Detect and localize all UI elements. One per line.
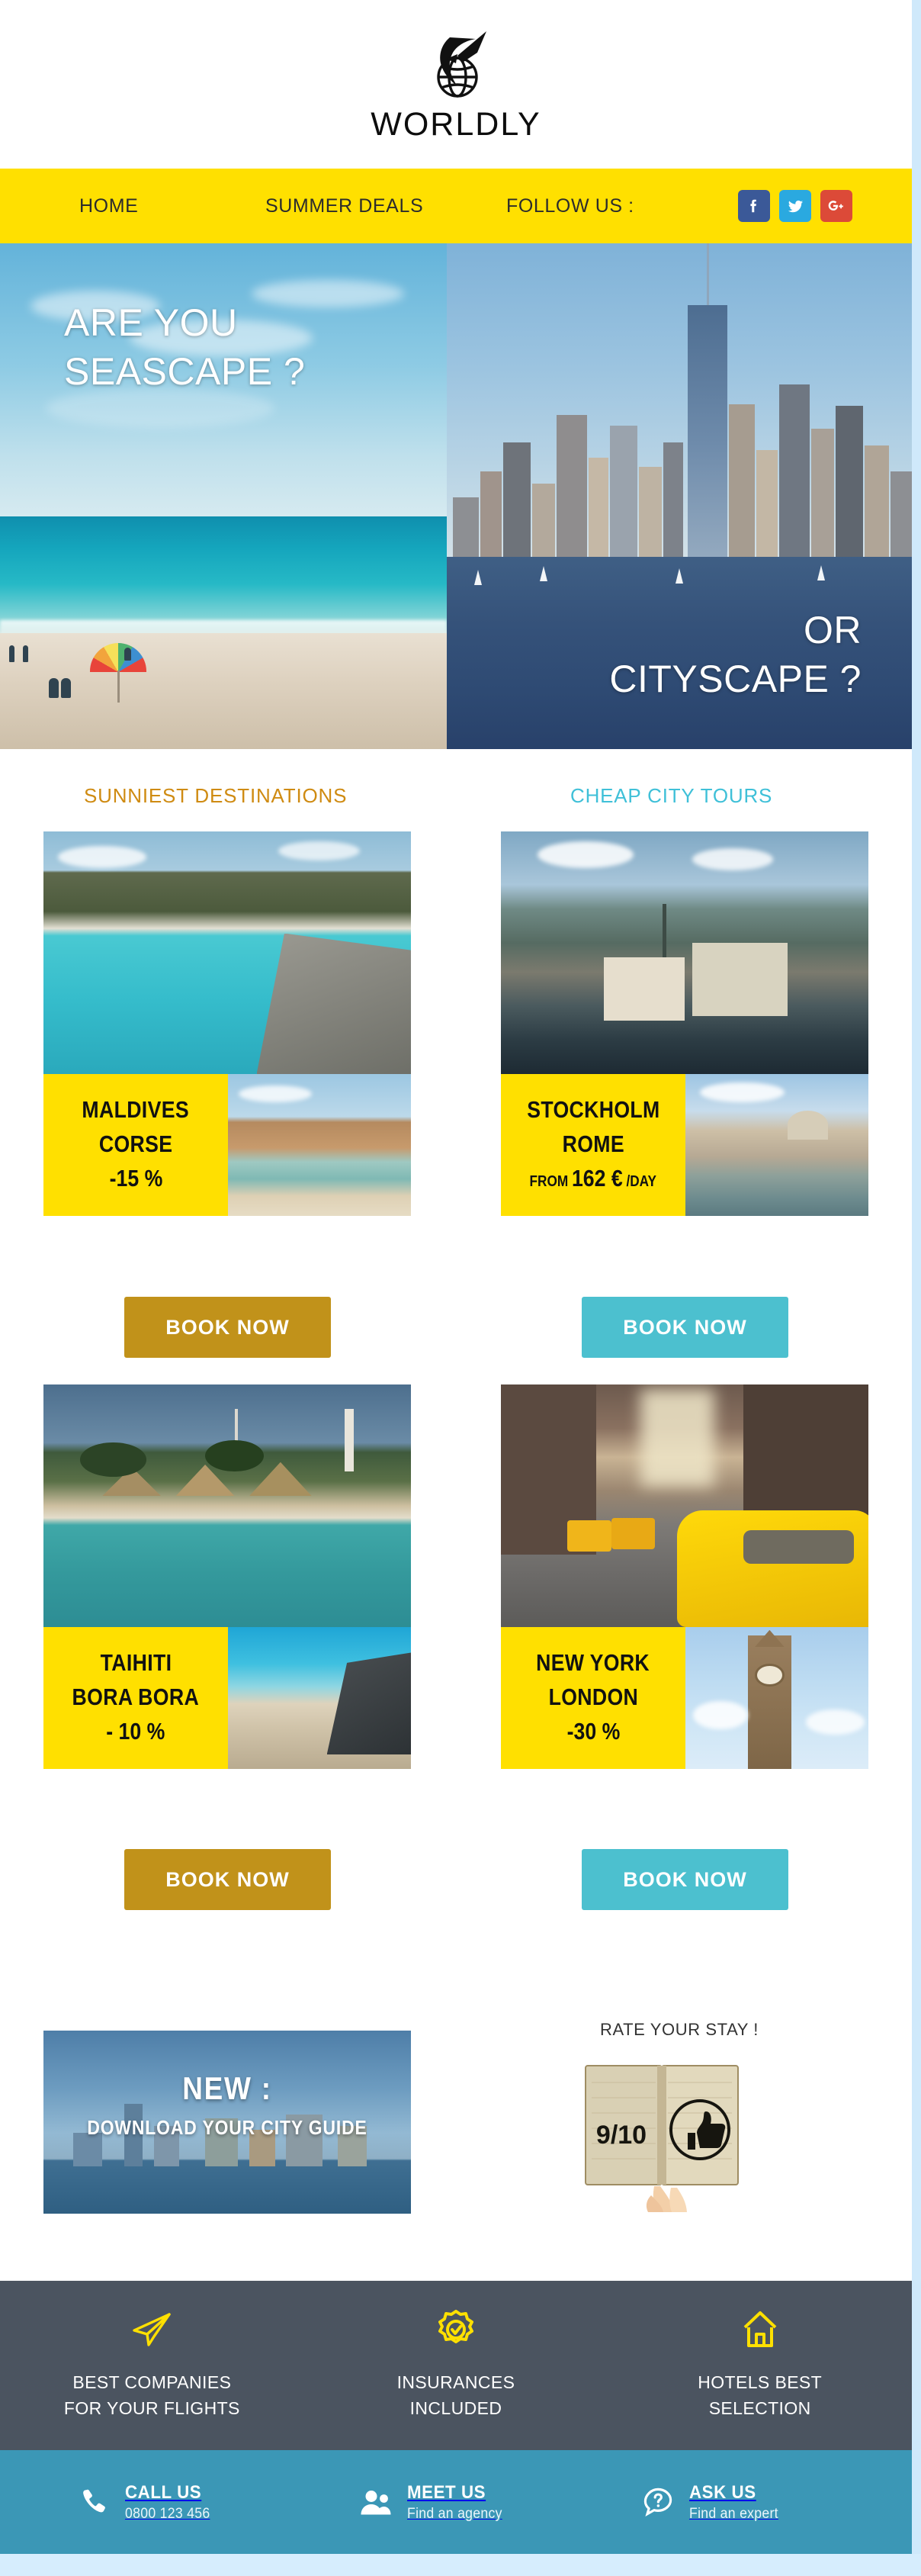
- contact-bar: CALL US 0800 123 456 MEET US Find an age…: [0, 2450, 912, 2554]
- deal-badge-stockholm: STOCKHOLM ROME FROM 162 € /DAY: [501, 1074, 685, 1216]
- deal-badge-new-york: NEW YORK LONDON -30 %: [501, 1627, 685, 1769]
- contact-subtitle: 0800 123 456: [125, 2505, 210, 2522]
- card-thumb-corse: [228, 1074, 411, 1216]
- price-suffix: /DAY: [622, 1172, 657, 1190]
- paper-plane-icon: [131, 2310, 172, 2349]
- features-strip: BEST COMPANIES FOR YOUR FLIGHTS INSURANC…: [0, 2281, 912, 2450]
- deal-price: -30 %: [566, 1717, 620, 1745]
- facebook-icon[interactable]: [738, 190, 770, 222]
- promo-subtitle: DOWNLOAD YOUR CITY GUIDE: [87, 2116, 367, 2139]
- price-prefix: FROM: [529, 1172, 573, 1190]
- nav-item-summer-deals[interactable]: SUMMER DEALS: [265, 195, 423, 217]
- google-plus-icon[interactable]: [820, 190, 852, 222]
- card-image-maldives: [43, 831, 411, 1074]
- feature-flights: BEST COMPANIES FOR YOUR FLIGHTS: [0, 2281, 304, 2450]
- book-now-taihiti[interactable]: BOOK NOW: [124, 1849, 331, 1910]
- question-bubble-icon: [640, 2484, 676, 2520]
- email-sheet: WORLDLY HOME SUMMER DEALS FOLLOW US : AR…: [0, 0, 912, 2554]
- feature-label: BEST COMPANIES FOR YOUR FLIGHTS: [63, 2372, 240, 2419]
- feature-insurances: INSURANCES INCLUDED: [304, 2281, 608, 2450]
- rating-notebook: 9/10: [581, 2060, 743, 2212]
- globe-airplane-icon: [437, 31, 486, 98]
- deal-badge-maldives: MALDIVES CORSE -15 %: [43, 1074, 228, 1216]
- nav-item-home[interactable]: HOME: [79, 195, 138, 217]
- contact-title: ASK US: [689, 2481, 756, 2503]
- contact-ask-us[interactable]: ASK US Find an expert: [640, 2482, 785, 2523]
- rate-your-stay-title: RATE YOUR STAY !: [599, 2020, 759, 2039]
- people-icon: [358, 2484, 393, 2520]
- card-image-stockholm: [501, 831, 868, 1074]
- heading-cheap-city-tours: CHEAP CITY TOURS: [570, 784, 773, 807]
- card-thumb-london: [685, 1627, 868, 1769]
- card-image-new-york: [501, 1384, 868, 1627]
- promo-text-block: NEW : DOWNLOAD YOUR CITY GUIDE: [43, 2070, 411, 2140]
- card-footer-taihiti: TAIHITI BORA BORA - 10 %: [43, 1627, 411, 1769]
- contact-title: MEET US: [407, 2481, 486, 2503]
- brand-wordmark: WORLDLY: [371, 106, 541, 143]
- masthead: WORLDLY: [0, 0, 912, 169]
- hero-seascape[interactable]: ARE YOU SEASCAPE ?: [0, 243, 447, 749]
- social-links: [738, 190, 852, 222]
- home-icon: [742, 2310, 778, 2349]
- deal-price: -15 %: [109, 1164, 162, 1192]
- heading-sunniest-destinations: SUNNIEST DESTINATIONS: [84, 784, 348, 807]
- page-root: WORLDLY HOME SUMMER DEALS FOLLOW US : AR…: [0, 0, 921, 2576]
- price-value: 162 €: [572, 1164, 623, 1192]
- card-image-taihiti: [43, 1384, 411, 1627]
- feature-hotels: HOTELS BEST SELECTION: [608, 2281, 912, 2450]
- card-stockholm-rome[interactable]: STOCKHOLM ROME FROM 162 € /DAY: [501, 831, 868, 1216]
- card-footer-new-york: NEW YORK LONDON -30 %: [501, 1627, 868, 1769]
- contact-meet-us[interactable]: MEET US Find an agency: [358, 2482, 509, 2523]
- main-navigation: HOME SUMMER DEALS FOLLOW US :: [0, 169, 912, 243]
- card-taihiti-bora-bora[interactable]: TAIHITI BORA BORA - 10 %: [43, 1384, 411, 1769]
- contact-subtitle: Find an agency: [407, 2505, 502, 2522]
- twitter-icon[interactable]: [779, 190, 811, 222]
- deal-badge-taihiti: TAIHITI BORA BORA - 10 %: [43, 1627, 228, 1769]
- badge-check-icon: [438, 2309, 473, 2349]
- deal-price: - 10 %: [106, 1717, 165, 1745]
- deal-line-2: LONDON: [548, 1683, 638, 1710]
- card-footer-stockholm: STOCKHOLM ROME FROM 162 € /DAY: [501, 1074, 868, 1216]
- book-now-new-york[interactable]: BOOK NOW: [582, 1849, 788, 1910]
- contact-title: CALL US: [125, 2481, 202, 2503]
- deal-line-1: NEW YORK: [536, 1648, 650, 1676]
- card-thumb-bora-bora: [228, 1627, 411, 1769]
- hero-cityscape[interactable]: OR CITYSCAPE ?: [447, 243, 912, 749]
- deal-line-2: CORSE: [98, 1130, 173, 1157]
- hero-cityscape-text: OR CITYSCAPE ?: [609, 609, 862, 700]
- card-new-york-london[interactable]: NEW YORK LONDON -30 %: [501, 1384, 868, 1769]
- deal-price: FROM 162 € /DAY: [530, 1166, 656, 1190]
- card-maldives-corse[interactable]: MALDIVES CORSE -15 %: [43, 831, 411, 1216]
- deal-line-2: ROME: [562, 1130, 624, 1157]
- page-bottom-margin: [0, 2554, 921, 2576]
- contact-subtitle: Find an expert: [689, 2505, 778, 2522]
- contact-call-us[interactable]: CALL US 0800 123 456: [76, 2482, 217, 2523]
- hero-seascape-text: ARE YOU SEASCAPE ?: [64, 301, 306, 393]
- feature-label: INSURANCES INCLUDED: [396, 2372, 515, 2419]
- book-now-stockholm[interactable]: BOOK NOW: [582, 1297, 788, 1358]
- deal-line-1: STOCKHOLM: [526, 1095, 660, 1123]
- book-now-maldives[interactable]: BOOK NOW: [124, 1297, 331, 1358]
- nav-item-follow-us: FOLLOW US :: [506, 195, 634, 217]
- card-footer-maldives: MALDIVES CORSE -15 %: [43, 1074, 411, 1216]
- deal-line-2: BORA BORA: [72, 1683, 200, 1710]
- card-thumb-rome: [685, 1074, 868, 1216]
- promo-city-guide[interactable]: NEW : DOWNLOAD YOUR CITY GUIDE: [43, 2031, 411, 2214]
- promo-title: NEW :: [182, 2070, 272, 2106]
- deal-line-1: TAIHITI: [100, 1648, 172, 1676]
- page-right-margin: [912, 0, 921, 2576]
- hero-banner: ARE YOU SEASCAPE ? OR CITYSCAPE ?: [0, 243, 912, 749]
- feature-label: HOTELS BEST SELECTION: [698, 2372, 823, 2419]
- rating-score: 9/10: [596, 2121, 647, 2150]
- phone-icon: [76, 2484, 111, 2520]
- deal-line-1: MALDIVES: [82, 1095, 190, 1123]
